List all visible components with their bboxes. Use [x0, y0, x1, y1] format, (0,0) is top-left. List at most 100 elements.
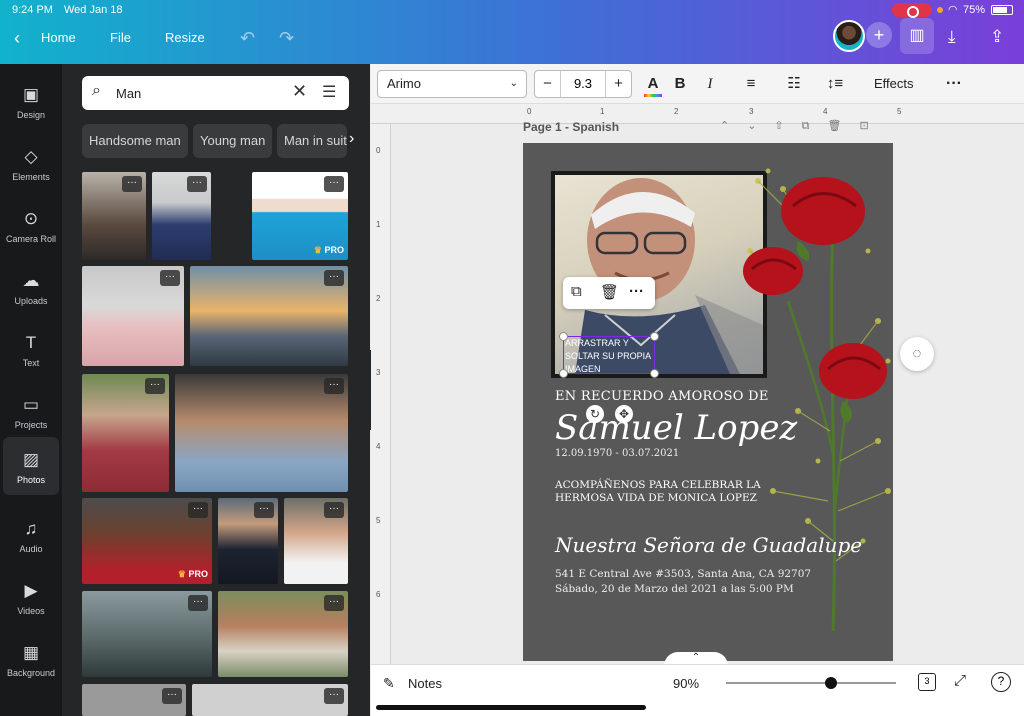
resize-handle[interactable] — [559, 332, 568, 341]
photo-thumbnail[interactable]: ··· — [192, 684, 348, 716]
more-options-icon[interactable]: ··· — [324, 502, 344, 518]
fullscreen-icon[interactable]: ⤢ — [954, 672, 966, 689]
align-left-icon[interactable]: ≡ — [741, 72, 761, 96]
chip-handsome-man[interactable]: Handsome man — [82, 124, 188, 158]
bullet-list-icon[interactable]: ☷ — [784, 72, 804, 96]
resize-button[interactable]: Resize — [165, 20, 205, 64]
design-icon: ▣ — [22, 85, 40, 104]
rotate-icon[interactable]: ↻ — [586, 405, 604, 423]
user-avatar[interactable] — [833, 20, 865, 52]
share-icon[interactable]: ⇪ — [990, 20, 1004, 54]
status-time: 9:24 PM — [12, 4, 53, 16]
photo-thumbnail[interactable]: ··· — [82, 266, 184, 366]
photo-thumbnail[interactable]: ··· — [82, 591, 212, 677]
chip-young-man[interactable]: Young man — [193, 124, 273, 158]
close-icon[interactable]: ✕ — [292, 81, 307, 102]
nav-background[interactable]: ▦ Background — [0, 630, 62, 686]
download-icon[interactable]: ⤓ — [948, 20, 956, 54]
more-options-icon[interactable]: ··· — [145, 378, 165, 394]
zoom-slider[interactable] — [726, 677, 896, 689]
font-select[interactable]: Arimo ⌄ — [377, 70, 527, 98]
back-icon[interactable]: ‹ — [14, 20, 20, 64]
duplicate-icon[interactable]: ⧉ — [571, 283, 582, 300]
filter-icon[interactable]: ☰ — [322, 82, 336, 102]
undo-icon[interactable]: ↶ — [240, 20, 255, 64]
decrease-size-button[interactable]: − — [535, 71, 561, 97]
battery-percent: 75% — [963, 4, 986, 16]
more-options-icon[interactable]: ··· — [324, 378, 344, 394]
card-heading[interactable]: EN RECUERDO AMOROSO DE — [555, 389, 769, 404]
card-address[interactable]: 541 E Central Ave #3503, Santa Ana, CA 9… — [555, 567, 811, 597]
trash-icon[interactable]: 🗑 — [600, 283, 619, 301]
help-icon[interactable]: ? — [991, 672, 1011, 692]
add-collaborator-icon[interactable]: + — [866, 22, 892, 48]
increase-size-button[interactable]: + — [605, 71, 631, 97]
effects-button[interactable]: Effects — [874, 72, 914, 96]
photo-thumbnail[interactable]: ··· — [82, 172, 146, 260]
redo-icon[interactable]: ↷ — [279, 20, 294, 64]
nav-audio[interactable]: ♫ Audio — [0, 506, 62, 562]
selection-box[interactable] — [559, 332, 659, 378]
more-options-icon[interactable]: ··· — [122, 176, 142, 192]
photo-thumbnail[interactable]: ··· — [175, 374, 348, 492]
more-options-icon[interactable]: ··· — [162, 688, 182, 704]
font-size-value[interactable]: 9.3 — [561, 71, 605, 97]
card-place[interactable]: Nuestra Señora de Guadalupe — [555, 533, 862, 557]
ruler-tick: 0 — [527, 107, 532, 116]
notes-button[interactable]: Notes — [408, 676, 442, 691]
more-options-icon[interactable]: ··· — [324, 270, 344, 286]
more-options-icon[interactable]: ··· — [188, 502, 208, 518]
bold-icon[interactable]: B — [671, 72, 689, 96]
chevron-right-icon[interactable]: › — [349, 130, 354, 148]
search-input[interactable] — [116, 76, 286, 110]
photo-thumbnail[interactable]: ··· — [190, 266, 348, 366]
nav-text[interactable]: T Text — [0, 320, 62, 376]
italic-icon[interactable]: I — [703, 72, 717, 96]
nav-videos[interactable]: ▶ Videos — [0, 568, 62, 624]
home-button[interactable]: Home — [41, 20, 76, 64]
resize-handle[interactable] — [650, 332, 659, 341]
photo-thumbnail[interactable]: ··· — [218, 591, 348, 677]
file-menu-button[interactable]: File — [110, 20, 131, 64]
page-count-icon[interactable]: 3 — [918, 673, 936, 691]
more-options-icon[interactable]: ··· — [946, 72, 962, 96]
photo-thumbnail[interactable]: ··· PRO — [82, 498, 212, 584]
notes-icon[interactable]: ✎ — [383, 675, 395, 692]
resize-handle[interactable] — [650, 369, 659, 378]
memorial-card[interactable]: EN RECUERDO AMOROSO DE Samuel Lopez 12.0… — [523, 143, 893, 661]
text-color-icon[interactable]: A — [643, 72, 663, 97]
screen-record-icon — [892, 3, 932, 18]
resize-handle[interactable] — [559, 369, 568, 378]
chip-man-in-suit[interactable]: Man in suit — [277, 124, 347, 158]
photo-thumbnail[interactable]: ··· — [82, 374, 169, 492]
photo-thumbnail[interactable]: ··· — [82, 684, 186, 716]
nav-projects[interactable]: ▭ Projects — [0, 382, 62, 438]
more-options-icon[interactable]: ··· — [324, 176, 344, 192]
more-options-icon[interactable]: ··· — [324, 688, 344, 704]
more-options-icon[interactable]: ··· — [188, 595, 208, 611]
page-tools[interactable]: ⌃⌄⇧⧉🗑⊡ — [720, 119, 887, 133]
more-options-icon[interactable]: ··· — [324, 595, 344, 611]
nav-elements[interactable]: ◇ Elements — [0, 134, 62, 190]
photo-thumbnail[interactable]: ··· — [218, 498, 278, 584]
photo-thumbnail[interactable]: ··· — [284, 498, 348, 584]
add-comment-icon[interactable]: ◌ — [900, 337, 934, 371]
nav-photos[interactable]: ▨ Photos — [3, 437, 59, 495]
nav-uploads[interactable]: ☁ Uploads — [0, 258, 62, 314]
battery-icon — [991, 5, 1013, 15]
card-dates[interactable]: 12.09.1970 - 03.07.2021 — [555, 448, 679, 459]
move-icon[interactable]: ✥ — [615, 405, 633, 423]
more-options-icon[interactable]: ··· — [254, 502, 274, 518]
card-body-text[interactable]: ACOMPÁÑENOS PARA CELEBRAR LA HERMOSA VID… — [555, 479, 775, 504]
zoom-slider-knob[interactable] — [825, 677, 838, 689]
more-options-icon[interactable]: ··· — [187, 176, 207, 192]
nav-camera-roll[interactable]: ⊙ Camera Roll — [0, 196, 62, 252]
photo-thumbnail[interactable]: ··· PRO — [252, 172, 348, 260]
photo-thumbnail[interactable]: ··· — [152, 172, 211, 260]
more-options-icon[interactable]: ··· — [629, 283, 644, 300]
insights-icon[interactable]: ▥ — [900, 18, 934, 54]
more-options-icon[interactable]: ··· — [160, 270, 180, 286]
zoom-level[interactable]: 90% — [673, 676, 699, 691]
line-spacing-icon[interactable]: ↕≡ — [824, 72, 846, 96]
nav-design[interactable]: ▣ Design — [0, 72, 62, 128]
